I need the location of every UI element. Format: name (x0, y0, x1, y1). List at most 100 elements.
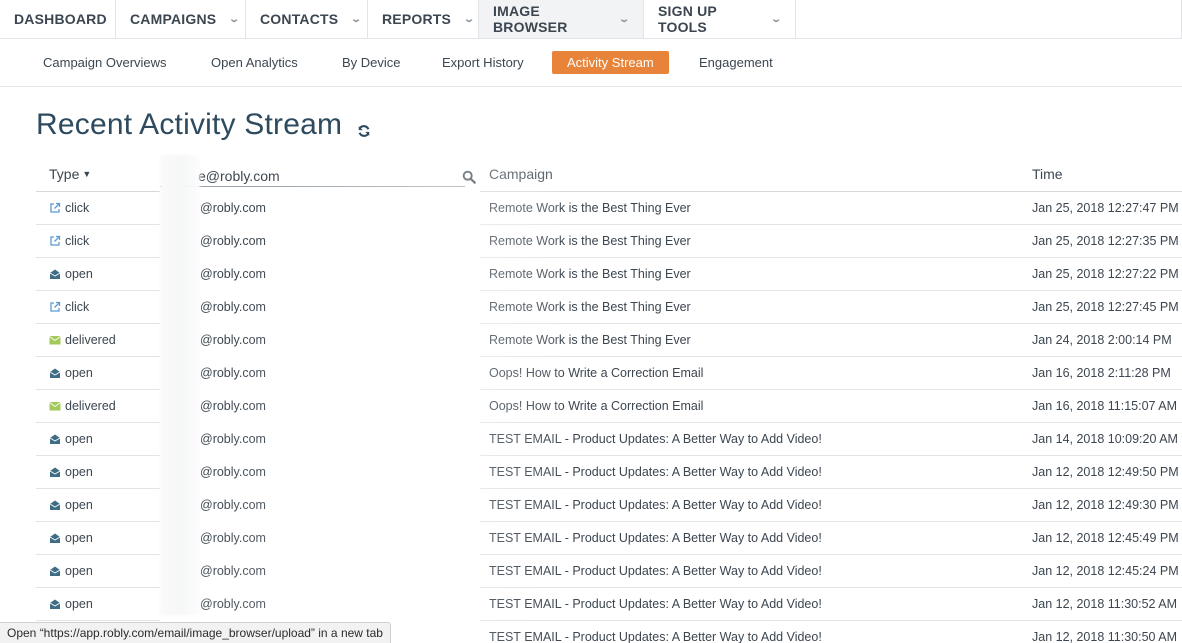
email-cell[interactable]: @robly.com (200, 291, 266, 324)
open-envelope-icon (49, 499, 61, 511)
email-cell[interactable]: @robly.com (200, 555, 266, 588)
campaign-cell[interactable]: Remote Work is the Best Thing Ever (489, 192, 691, 225)
campaign-cell[interactable]: TEST EMAIL - Product Updates: A Better W… (489, 522, 822, 555)
type-label: open (65, 465, 93, 479)
campaign-cell[interactable]: Remote Work is the Best Thing Ever (489, 225, 691, 258)
campaign-cell[interactable]: Remote Work is the Best Thing Ever (489, 258, 691, 291)
email-cell[interactable]: @robly.com (200, 357, 266, 390)
type-label: open (65, 597, 93, 611)
page-title: Recent Activity Stream (36, 108, 343, 141)
top-nav: DASHBOARD CAMPAIGNS ⌄ CONTACTS ⌄ REPORTS… (0, 0, 1182, 39)
nav-image-browser[interactable]: IMAGE BROWSER ⌄ (479, 0, 644, 38)
refresh-icon[interactable] (357, 124, 371, 138)
email-cell[interactable]: @robly.com (200, 588, 266, 621)
email-cell[interactable]: @robly.com (200, 192, 266, 225)
external-link-icon (49, 202, 61, 214)
campaign-column-header: Campaign (489, 166, 553, 182)
email-cell[interactable]: @robly.com (200, 522, 266, 555)
nav-spacer (796, 0, 1182, 38)
type-cell: open (36, 588, 160, 621)
open-envelope-icon (49, 268, 61, 280)
nav-contacts[interactable]: CONTACTS ⌄ (246, 0, 368, 38)
time-cell: Jan 25, 2018 12:27:35 PM (1032, 234, 1179, 248)
type-cell: open (36, 423, 160, 456)
type-cell: click (36, 291, 160, 324)
chevron-down-icon: ⌄ (770, 13, 783, 25)
open-envelope-icon (49, 565, 61, 577)
email-cell[interactable]: @robly.com (200, 258, 266, 291)
time-cell: Jan 25, 2018 12:27:47 PM (1032, 201, 1179, 215)
open-envelope-icon (49, 532, 61, 544)
campaign-cell[interactable]: TEST EMAIL - Product Updates: A Better W… (489, 588, 822, 621)
type-label: click (65, 201, 90, 215)
nav-contacts-label: CONTACTS (260, 11, 339, 27)
subnav-engagement[interactable]: Engagement (684, 51, 788, 74)
type-label: click (65, 300, 90, 314)
open-envelope-icon (49, 367, 61, 379)
type-column-header[interactable]: Type ▼ (49, 166, 91, 182)
time-cell: Jan 24, 2018 2:00:14 PM (1032, 333, 1172, 347)
type-cell: open (36, 357, 160, 390)
subnav-export-history[interactable]: Export History (427, 51, 539, 74)
type-cell: click (36, 225, 160, 258)
time-cell: Jan 12, 2018 11:30:50 AM (1032, 630, 1178, 643)
campaign-cell[interactable]: TEST EMAIL - Product Updates: A Better W… (489, 456, 822, 489)
email-filter-input[interactable] (160, 166, 465, 187)
open-envelope-icon (49, 433, 61, 445)
time-column-header: Time (1032, 166, 1063, 182)
email-cell[interactable]: @robly.com (200, 390, 266, 423)
time-cell: Jan 12, 2018 12:45:24 PM (1032, 564, 1179, 578)
campaign-cell[interactable]: TEST EMAIL - Product Updates: A Better W… (489, 621, 822, 643)
type-cell: open (36, 258, 160, 291)
campaign-cell[interactable]: Remote Work is the Best Thing Ever (489, 291, 691, 324)
time-cell: Jan 12, 2018 12:45:49 PM (1032, 531, 1179, 545)
subnav-activity-stream[interactable]: Activity Stream (552, 51, 669, 74)
type-cell: open (36, 489, 160, 522)
type-label: open (65, 267, 93, 281)
envelope-icon (49, 334, 61, 346)
campaign-cell[interactable]: Remote Work is the Best Thing Ever (489, 324, 691, 357)
time-cell: Jan 14, 2018 10:09:20 AM (1032, 432, 1178, 446)
type-cell: open (36, 456, 160, 489)
type-label: open (65, 564, 93, 578)
email-cell[interactable]: @robly.com (200, 225, 266, 258)
nav-dashboard[interactable]: DASHBOARD (0, 0, 116, 38)
sub-nav: Campaign Overviews Open Analytics By Dev… (0, 39, 1182, 87)
type-cell: open (36, 555, 160, 588)
subnav-campaign-overviews[interactable]: Campaign Overviews (28, 51, 182, 74)
campaign-cell[interactable]: Oops! How to Write a Correction Email (489, 357, 703, 390)
open-envelope-icon (49, 466, 61, 478)
chevron-down-icon: ⌄ (463, 13, 476, 25)
campaign-cell[interactable]: TEST EMAIL - Product Updates: A Better W… (489, 489, 822, 522)
open-envelope-icon (49, 598, 61, 610)
time-cell: Jan 16, 2018 11:15:07 AM (1032, 399, 1178, 413)
type-cell: delivered (36, 324, 160, 357)
subnav-open-analytics[interactable]: Open Analytics (196, 51, 313, 74)
nav-campaigns[interactable]: CAMPAIGNS ⌄ (116, 0, 246, 38)
time-cell: Jan 12, 2018 12:49:30 PM (1032, 498, 1179, 512)
campaign-cell[interactable]: TEST EMAIL - Product Updates: A Better W… (489, 555, 822, 588)
search-icon[interactable] (462, 170, 476, 184)
type-column-label: Type (49, 166, 80, 182)
campaign-cell[interactable]: TEST EMAIL - Product Updates: A Better W… (489, 423, 822, 456)
type-label: delivered (65, 333, 116, 347)
redacted-area (160, 155, 200, 615)
email-cell[interactable]: @robly.com (200, 489, 266, 522)
time-cell: Jan 25, 2018 12:27:45 PM (1032, 300, 1179, 314)
envelope-icon (49, 400, 61, 412)
nav-reports-label: REPORTS (382, 11, 452, 27)
subnav-by-device[interactable]: By Device (327, 51, 416, 74)
email-cell[interactable]: @robly.com (200, 456, 266, 489)
external-link-icon (49, 235, 61, 247)
type-cell: delivered (36, 390, 160, 423)
chevron-down-icon: ⌄ (350, 13, 363, 25)
campaign-cell[interactable]: Oops! How to Write a Correction Email (489, 390, 703, 423)
nav-dashboard-label: DASHBOARD (14, 11, 107, 27)
nav-sign-up-tools[interactable]: SIGN UP TOOLS ⌄ (644, 0, 796, 38)
type-label: delivered (65, 399, 116, 413)
nav-image-browser-label: IMAGE BROWSER (493, 3, 568, 35)
email-cell[interactable]: @robly.com (200, 324, 266, 357)
email-cell[interactable]: @robly.com (200, 423, 266, 456)
type-cell: open (36, 522, 160, 555)
nav-reports[interactable]: REPORTS ⌄ (368, 0, 479, 38)
